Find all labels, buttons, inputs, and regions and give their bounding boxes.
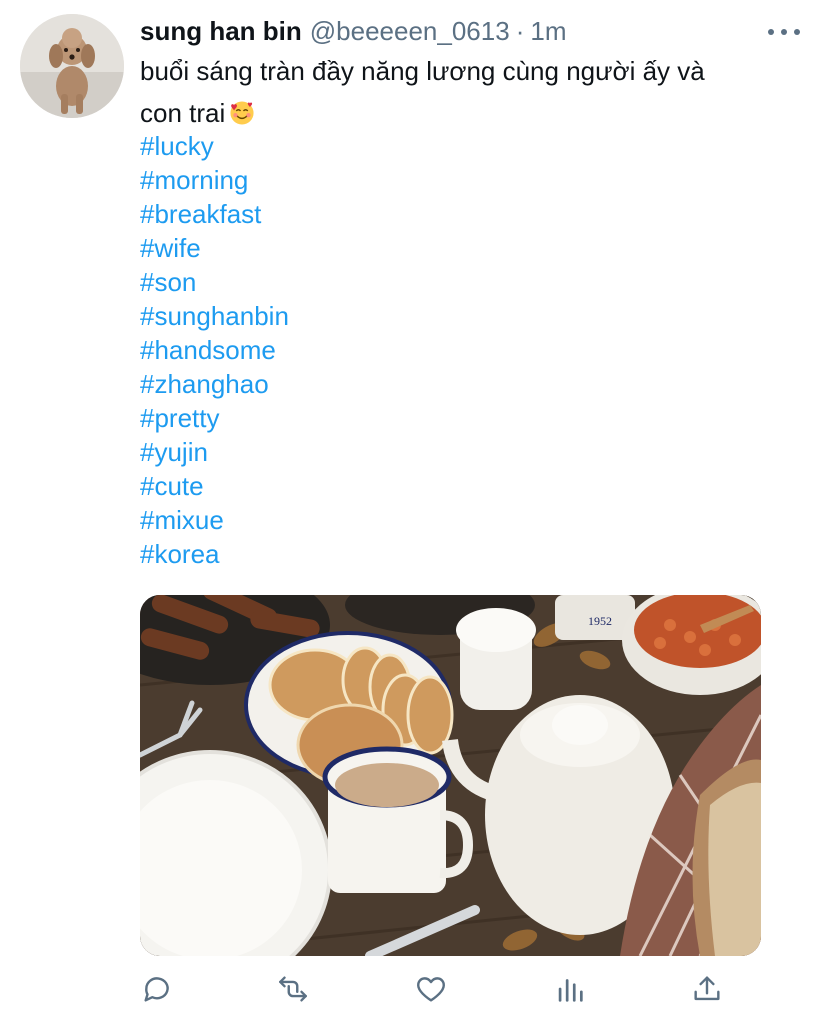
hashtag-link[interactable]: #handsome: [140, 333, 289, 367]
tweet-actions: [140, 972, 728, 1010]
hashtag-list: #lucky #morning #breakfast #wife #son #s…: [140, 129, 289, 571]
reply-icon[interactable]: [140, 972, 176, 1008]
smiling-face-with-hearts-icon: [230, 101, 254, 125]
retweet-icon[interactable]: [276, 972, 312, 1008]
more-options-icon[interactable]: [768, 20, 800, 44]
separator-dot: ·: [515, 16, 525, 46]
tweet-text: buổi sáng tràn đầy năng lương cùng người…: [140, 50, 800, 134]
hashtag-link[interactable]: #pretty: [140, 401, 289, 435]
hashtag-link[interactable]: #wife: [140, 231, 289, 265]
tweet: sung han bin @beeeeen_0613 · 1m buổi sán…: [0, 0, 828, 1021]
hashtag-link[interactable]: #breakfast: [140, 197, 289, 231]
tweet-text-line-1: buổi sáng tràn đầy năng lương cùng người…: [140, 56, 705, 86]
analytics-icon[interactable]: [553, 972, 589, 1008]
tweet-text-line-2: con trai: [140, 92, 800, 134]
hashtag-link[interactable]: #son: [140, 265, 289, 299]
hashtag-link[interactable]: #lucky: [140, 129, 289, 163]
display-name[interactable]: sung han bin: [140, 14, 302, 48]
hashtag-link[interactable]: #yujin: [140, 435, 289, 469]
timestamp[interactable]: 1m: [530, 14, 566, 48]
hashtag-link[interactable]: #sunghanbin: [140, 299, 289, 333]
tweet-text-line-2-text: con trai: [140, 98, 226, 128]
hashtag-link[interactable]: #cute: [140, 469, 289, 503]
breakfast-photo-image: 1952: [140, 595, 761, 956]
avatar[interactable]: [20, 14, 124, 118]
like-icon[interactable]: [414, 972, 450, 1008]
tweet-photo[interactable]: 1952: [140, 595, 761, 956]
hashtag-link[interactable]: #mixue: [140, 503, 289, 537]
svg-text:1952: 1952: [588, 614, 612, 628]
hashtag-link[interactable]: #morning: [140, 163, 289, 197]
user-handle[interactable]: @beeeeen_0613: [310, 14, 510, 48]
dog-avatar-image: [20, 14, 124, 118]
share-icon[interactable]: [690, 972, 726, 1008]
tweet-header: sung han bin @beeeeen_0613 · 1m: [140, 14, 566, 48]
hashtag-link[interactable]: #korea: [140, 537, 289, 571]
hashtag-link[interactable]: #zhanghao: [140, 367, 289, 401]
